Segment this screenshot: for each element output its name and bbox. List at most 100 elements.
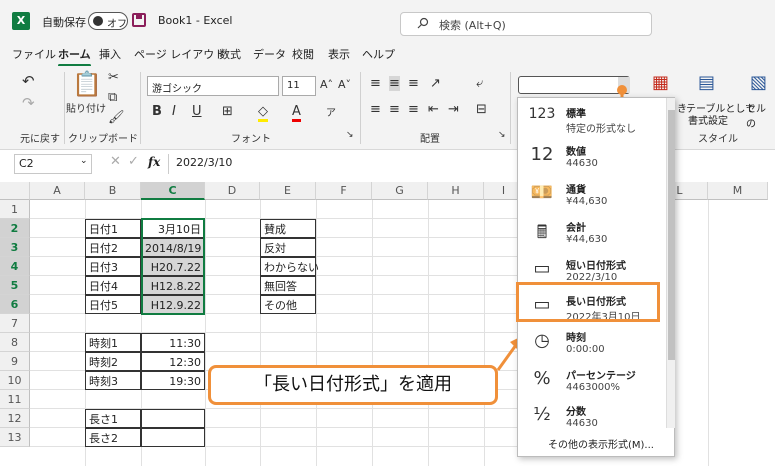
cell-e5[interactable]: 無回答 (260, 276, 316, 295)
column-header[interactable]: B (85, 182, 141, 200)
phonetic-icon[interactable]: ア (326, 104, 336, 119)
scrollbar-thumb[interactable] (668, 110, 675, 360)
italic-icon[interactable]: I (172, 104, 176, 119)
cut-icon[interactable]: ✂ (108, 70, 119, 85)
search-box[interactable]: 検索 (Alt+Q) (400, 12, 652, 36)
align-left-icon[interactable]: ≡ (370, 102, 381, 117)
format-item-fraction[interactable]: ½ 分数 44630 (518, 398, 666, 436)
undo-icon[interactable]: ↶ (22, 72, 35, 90)
copy-icon[interactable]: ⧉ (108, 90, 117, 105)
align-center-icon[interactable]: ≡ (389, 102, 400, 117)
enter-icon[interactable]: ✓ (128, 154, 139, 169)
format-item-currency[interactable]: 💴 通貨 ¥44,630 (518, 176, 666, 214)
tab-help[interactable]: ヘルプ (362, 46, 395, 62)
cell-c10[interactable]: 19:30 (141, 371, 205, 390)
cell-b10[interactable]: 時刻3 (85, 371, 141, 390)
font-color-icon[interactable]: A (292, 104, 301, 122)
tab-formulas[interactable]: 数式 (219, 46, 241, 62)
underline-icon[interactable]: U (192, 104, 202, 119)
cell-style-icon[interactable]: ▧ (750, 72, 767, 93)
alignment-dialog-launcher-icon[interactable]: ↘ (498, 130, 506, 140)
row-header[interactable]: 6 (0, 295, 30, 314)
cell-c9[interactable]: 12:30 (141, 352, 205, 371)
format-item-time[interactable]: ◷ 時刻 0:00:00 (518, 324, 666, 362)
tab-insert[interactable]: 挿入 (99, 46, 121, 62)
tab-data[interactable]: データ (253, 46, 286, 62)
fill-color-icon[interactable]: ◇ (258, 104, 268, 122)
row-header[interactable]: 5 (0, 276, 30, 295)
font-size-select[interactable]: 11 (282, 76, 316, 96)
column-header[interactable]: H (428, 182, 484, 200)
formula-input[interactable]: 2022/3/10 (176, 156, 232, 169)
column-header[interactable]: A (30, 182, 85, 200)
tab-home[interactable]: ホーム (58, 46, 91, 67)
dropdown-scrollbar[interactable] (666, 98, 675, 428)
cell-b6[interactable]: 日付5 (85, 295, 141, 314)
wrap-text-icon[interactable]: ⤶ (476, 76, 483, 91)
row-header[interactable]: 7 (0, 314, 30, 333)
format-item-general[interactable]: 123 標準 特定の形式なし (518, 100, 666, 138)
cell-b4[interactable]: 日付3 (85, 257, 141, 276)
cell-c8[interactable]: 11:30 (141, 333, 205, 352)
cell-b2[interactable]: 日付1 (85, 219, 141, 238)
row-header[interactable]: 11 (0, 390, 30, 409)
cell-e3[interactable]: 反対 (260, 238, 316, 257)
format-item-accounting[interactable]: 🖩 会計 ¥44,630 (518, 214, 666, 252)
paste-icon[interactable]: 📋 (72, 70, 102, 98)
cancel-icon[interactable]: ✕ (110, 154, 121, 169)
orientation-icon[interactable]: ↗ (430, 76, 441, 91)
autosave-toggle[interactable]: オフ (88, 12, 128, 30)
cell-b8[interactable]: 時刻1 (85, 333, 141, 352)
row-header[interactable]: 2 (0, 219, 30, 238)
grow-font-icon[interactable]: A˄ (320, 78, 333, 91)
save-icon[interactable] (132, 13, 146, 27)
row-header[interactable]: 9 (0, 352, 30, 371)
row-header[interactable]: 12 (0, 409, 30, 428)
column-header[interactable]: C (141, 182, 205, 200)
merge-center-icon[interactable]: ⊟ (476, 102, 487, 117)
align-bottom-icon[interactable]: ≡ (408, 76, 419, 91)
row-header[interactable]: 10 (0, 371, 30, 390)
column-header[interactable]: E (260, 182, 316, 200)
format-painter-icon[interactable]: 🖌 (108, 110, 125, 125)
column-header[interactable]: F (316, 182, 372, 200)
increase-indent-icon[interactable]: ⇥ (448, 102, 459, 117)
tab-page-layout[interactable]: ページ レイアウト (134, 46, 225, 62)
cell-b12[interactable]: 長さ1 (85, 409, 141, 428)
align-right-icon[interactable]: ≡ (408, 102, 419, 117)
cell-b9[interactable]: 時刻2 (85, 352, 141, 371)
chevron-down-icon[interactable]: ⌄ (80, 156, 88, 166)
tab-review[interactable]: 校閲 (292, 46, 314, 62)
align-top-icon[interactable]: ≡ (370, 76, 381, 91)
format-item-number[interactable]: 12 数値 44630 (518, 138, 666, 176)
row-header[interactable]: 1 (0, 200, 30, 219)
bold-icon[interactable]: B (152, 104, 162, 119)
row-header[interactable]: 3 (0, 238, 30, 257)
column-header[interactable]: G (372, 182, 428, 200)
borders-icon[interactable]: ⊞ (222, 104, 233, 119)
font-name-select[interactable]: 游ゴシック (147, 76, 279, 96)
row-header[interactable]: 13 (0, 428, 30, 447)
cell-b5[interactable]: 日付4 (85, 276, 141, 295)
cell-c13[interactable] (141, 428, 205, 447)
shrink-font-icon[interactable]: A˅ (338, 78, 351, 91)
font-dialog-launcher-icon[interactable]: ↘ (346, 130, 354, 140)
cell-b13[interactable]: 長さ2 (85, 428, 141, 447)
column-header[interactable]: M (708, 182, 768, 200)
redo-icon[interactable]: ↷ (22, 94, 35, 112)
cell-e4[interactable]: わからない (260, 257, 319, 276)
cell-e2[interactable]: 賛成 (260, 219, 316, 238)
tab-view[interactable]: 表示 (328, 46, 350, 62)
more-number-formats-link[interactable]: その他の表示形式(M)... (548, 436, 654, 451)
number-format-select[interactable] (518, 76, 630, 94)
cell-e6[interactable]: その他 (260, 295, 316, 314)
row-header[interactable]: 8 (0, 333, 30, 352)
chevron-down-icon[interactable] (618, 77, 630, 93)
cell-b3[interactable]: 日付2 (85, 238, 141, 257)
tab-file[interactable]: ファイル (12, 46, 56, 62)
conditional-format-icon[interactable]: ▦ (652, 72, 669, 93)
decrease-indent-icon[interactable]: ⇤ (428, 102, 439, 117)
cell-c12[interactable] (141, 409, 205, 428)
format-item-percentage[interactable]: % パーセンテージ 4463000% (518, 362, 666, 400)
table-format-icon[interactable]: ▤ (698, 72, 715, 93)
